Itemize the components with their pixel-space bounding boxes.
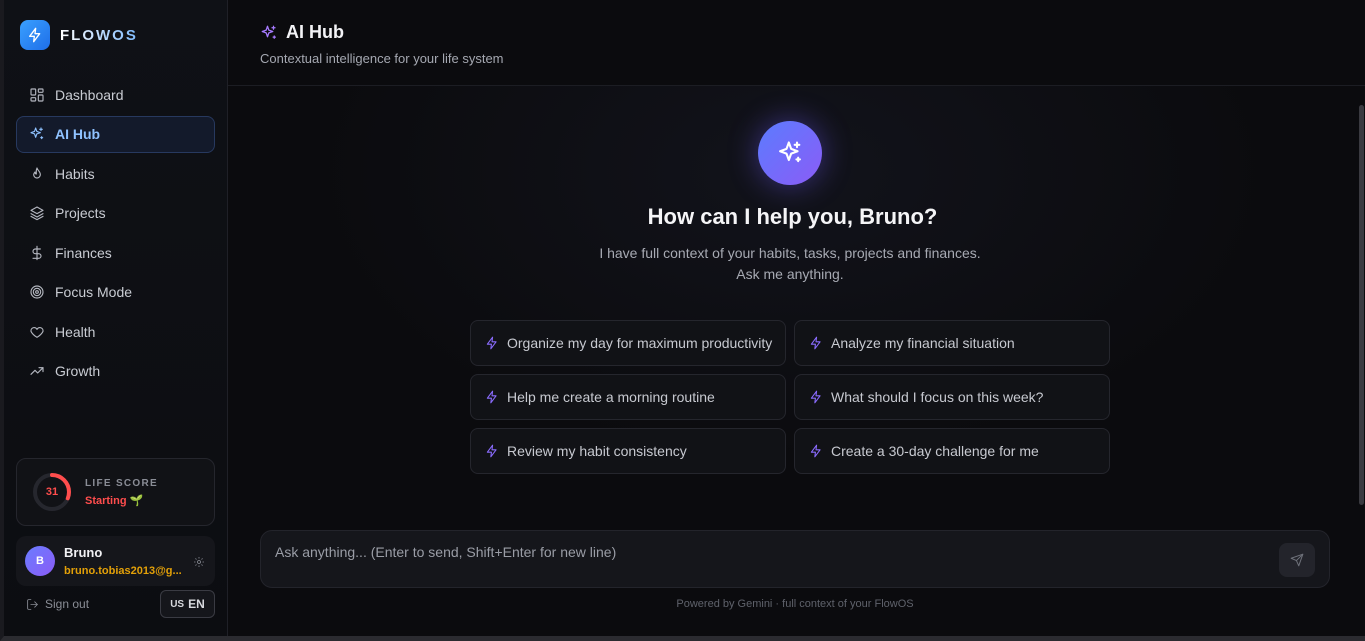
bolt-icon [810,336,821,350]
user-email: bruno.tobias2013@g... [64,565,182,577]
chat-area: How can I help you, Bruno? I have full c… [228,86,1357,513]
layers-icon [29,205,45,221]
language-code: EN [188,597,205,611]
suggestion-button[interactable]: Create a 30-day challenge for me [794,428,1110,474]
dollar-icon [29,245,45,261]
logout-icon [27,598,38,610]
bolt-icon [20,20,50,50]
page-title: AI Hub [260,22,1365,43]
suggestion-label: Create a 30-day challenge for me [831,443,1039,459]
avatar: B [25,546,55,576]
bolt-icon [810,390,821,404]
main-panel: AI Hub Contextual intelligence for your … [228,0,1365,636]
sidebar-item-projects[interactable]: Projects [16,195,215,232]
sidebar-item-label: Habits [55,165,95,182]
suggestion-button[interactable]: Analyze my financial situation [794,320,1110,366]
bolt-icon [486,336,497,350]
brand-name: FLOWOS [60,26,138,44]
sidebar-item-label: Dashboard [55,86,124,103]
sidebar-nav: Dashboard AI Hub Habits Projects Finance… [16,76,215,390]
sign-out-label: Sign out [45,597,90,611]
trending-up-icon [29,363,45,379]
sparkles-icon [758,121,822,185]
user-name: Bruno [64,545,103,560]
sidebar-item-label: Health [55,323,96,340]
sparkles-icon [29,126,45,142]
sparkles-icon [261,25,277,39]
sidebar-item-dashboard[interactable]: Dashboard [16,76,215,113]
suggestion-button[interactable]: Help me create a morning routine [470,374,786,420]
send-button[interactable] [1279,543,1315,577]
life-score-value: 31 [45,486,59,498]
send-icon [1290,553,1304,567]
suggestion-label: What should I focus on this week? [831,389,1044,405]
flame-icon [29,166,45,182]
user-card[interactable]: B Bruno bruno.tobias2013@g... [16,536,215,586]
sidebar-item-label: Growth [55,363,101,379]
suggestion-button[interactable]: Review my habit consistency [470,428,786,474]
suggestion-label: Help me create a morning routine [507,389,715,405]
target-icon [29,284,45,300]
sidebar-item-health[interactable]: Health [16,313,215,350]
gear-icon[interactable] [193,555,205,567]
composer [260,530,1330,588]
sidebar-item-label: Projects [55,205,106,221]
suggestion-grid: Organize my day for maximum productivity… [470,320,1110,474]
sidebar-item-label: AI Hub [55,126,101,142]
bolt-icon [486,444,497,458]
footer-note: Powered by Gemini · full context of your… [676,598,914,610]
sign-out-button[interactable]: Sign out [26,597,89,611]
sidebar-item-habits[interactable]: Habits [16,155,215,192]
page-header: AI Hub Contextual intelligence for your … [228,0,1365,86]
sidebar-item-focus-mode[interactable]: Focus Mode [16,274,215,311]
sidebar-item-finances[interactable]: Finances [16,234,215,271]
sidebar-item-growth[interactable]: Growth [16,353,215,390]
suggestion-label: Review my habit consistency [507,443,687,459]
life-score-label: LIFE SCORE [85,477,159,489]
grid-icon [29,87,45,103]
bolt-icon [486,390,497,404]
life-score-ring: 31 [31,471,73,513]
suggestion-button[interactable]: What should I focus on this week? [794,374,1110,420]
page-subtitle: Contextual intelligence for your life sy… [260,51,504,66]
flag-icon: US [170,598,185,610]
sidebar: FLOWOS Dashboard AI Hub Habits Projects … [4,0,228,636]
chat-input[interactable] [275,541,1255,563]
language-button[interactable]: US EN [160,590,215,618]
page-title-text: AI Hub [286,22,344,42]
sidebar-item-label: Finances [55,244,112,261]
sidebar-item-label: Focus Mode [55,284,133,300]
scrollbar-thumb[interactable] [1359,105,1364,505]
life-score-card[interactable]: 31 LIFE SCORE Starting 🌱 [16,458,215,526]
life-score-status: Starting 🌱 [85,494,144,507]
suggestion-button[interactable]: Organize my day for maximum productivity [470,320,786,366]
hero-description: I have full context of your habits, task… [599,245,981,282]
brand[interactable]: FLOWOS [16,0,215,70]
bolt-icon [810,444,821,458]
sidebar-item-ai-hub[interactable]: AI Hub [16,115,215,153]
suggestion-label: Organize my day for maximum productivity [507,335,773,351]
heart-icon [29,324,45,340]
app-window: FLOWOS Dashboard AI Hub Habits Projects … [0,0,1365,641]
suggestion-label: Analyze my financial situation [831,335,1015,351]
hero-title: How can I help you, Bruno? [647,204,938,229]
